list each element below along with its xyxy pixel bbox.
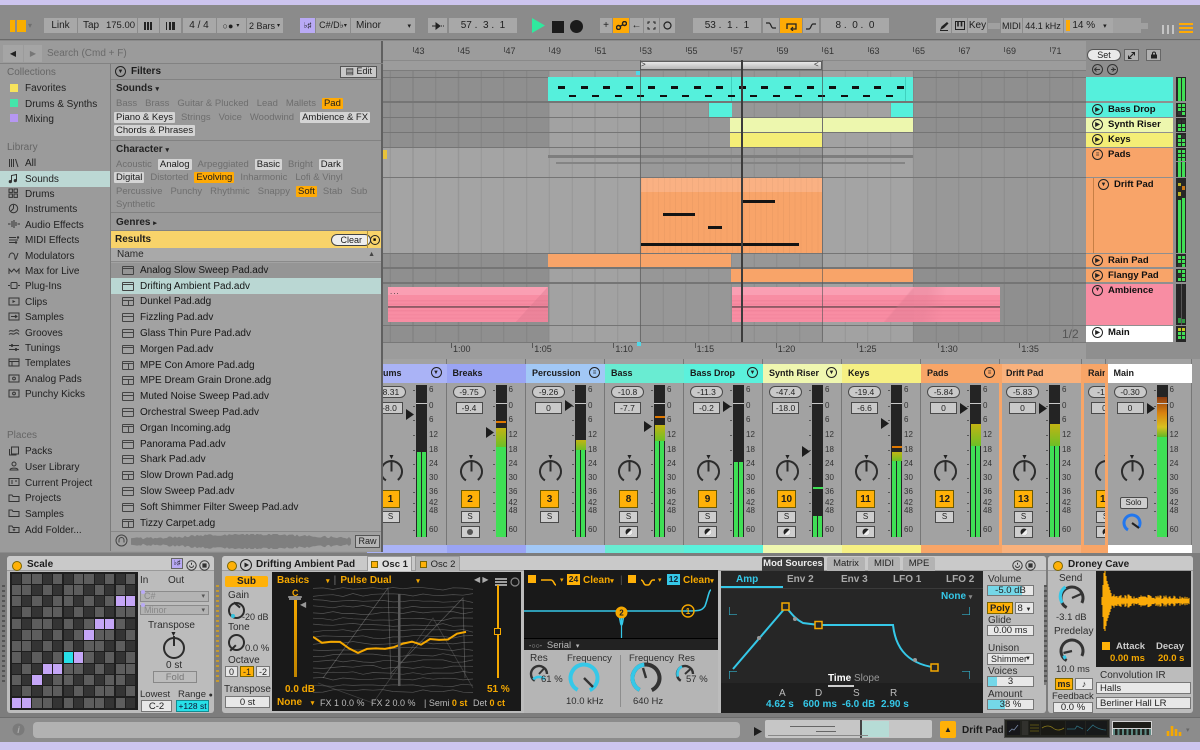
svg-text:1: 1 — [686, 607, 691, 616]
svg-text:2: 2 — [619, 609, 624, 618]
